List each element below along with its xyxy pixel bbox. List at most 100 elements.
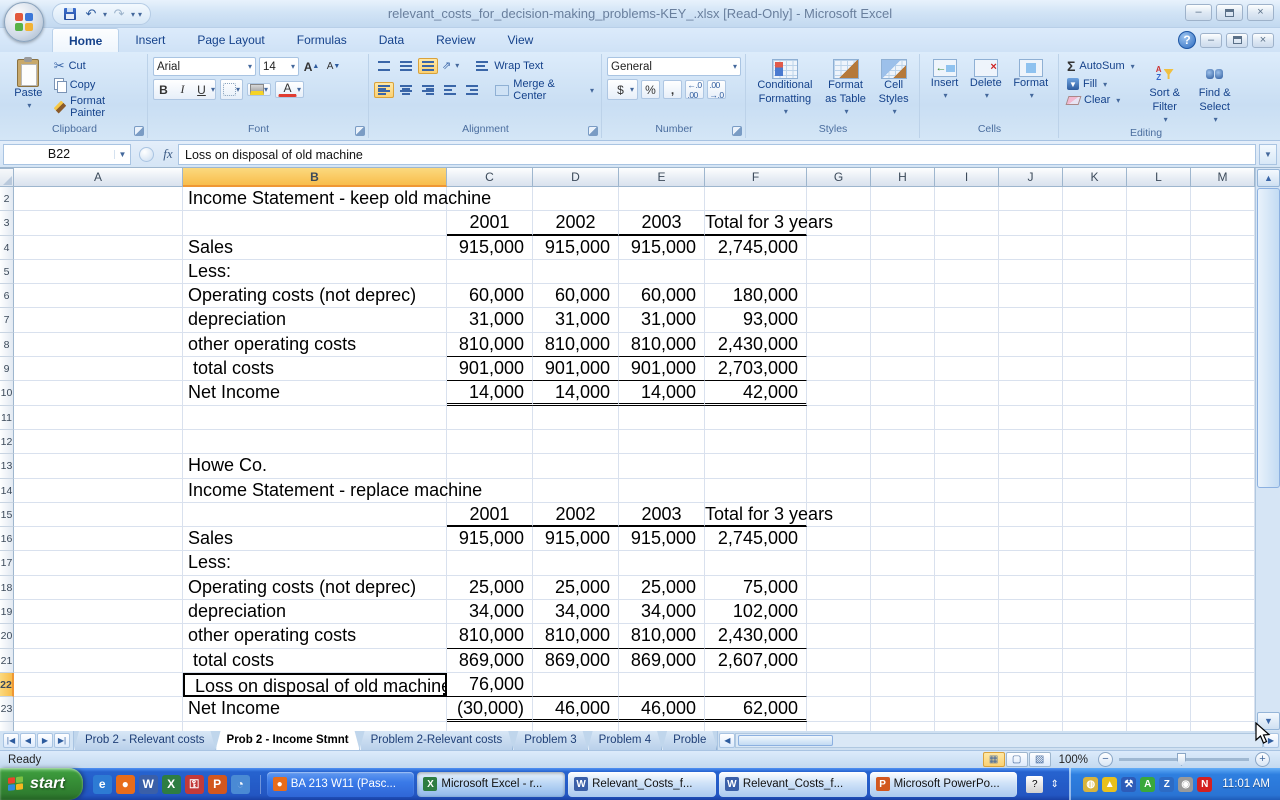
copy-button[interactable]: Copy [51,77,143,92]
tab-review[interactable]: Review [420,28,491,52]
cell-C16[interactable]: 915,000 [447,527,533,551]
horizontal-scroll-thumb[interactable] [738,735,833,746]
cell-K7[interactable] [1063,308,1127,332]
cell-A15[interactable] [14,503,183,527]
hscroll-left-icon[interactable]: ◀ [719,733,735,748]
cell-B4[interactable]: Sales [183,236,447,260]
redo-icon[interactable]: ↷ [110,5,128,23]
cell-C20[interactable]: 810,000 [447,624,533,648]
cell-H2[interactable] [871,187,935,211]
cell-G19[interactable] [807,600,871,624]
cell-C10[interactable]: 14,000 [447,381,533,405]
cell-G9[interactable] [807,357,871,381]
cell-M4[interactable] [1191,236,1255,260]
hscroll-right-icon[interactable]: ▶ [1263,733,1279,748]
cell-H13[interactable] [871,454,935,478]
cell-H4[interactable] [871,236,935,260]
column-header-j[interactable]: J [999,168,1063,187]
workbook-close-button[interactable]: × [1252,33,1274,48]
tab-view[interactable]: View [491,28,549,52]
cell-B13[interactable]: Howe Co. [183,454,447,478]
cell-M13[interactable] [1191,454,1255,478]
cell-G11[interactable] [807,406,871,430]
cell-D11[interactable] [533,406,619,430]
column-header-m[interactable]: M [1191,168,1255,187]
row-header-18[interactable]: 18 [0,576,14,600]
page-layout-view-icon[interactable]: ▢ [1006,752,1028,767]
cell-G15[interactable] [807,503,871,527]
cell-D14[interactable] [533,479,619,503]
cell-B22[interactable]: Loss on disposal of old machine [183,673,447,697]
sort-filter-button[interactable]: AZ Sort &Filter [1144,59,1186,127]
cell-F7[interactable]: 93,000 [705,308,807,332]
cell-B5[interactable]: Less: [183,260,447,284]
cell-D17[interactable] [533,551,619,575]
currency-button[interactable]: $ [611,80,630,99]
cell-M7[interactable] [1191,308,1255,332]
fill-button[interactable]: ▼Fill [1064,77,1138,91]
cell-B11[interactable] [183,406,447,430]
column-header-i[interactable]: I [935,168,999,187]
save-icon[interactable] [61,5,79,23]
cell-J18[interactable] [999,576,1063,600]
row-header-7[interactable]: 7 [0,308,14,332]
column-header-h[interactable]: H [871,168,935,187]
cell-D6[interactable]: 60,000 [533,284,619,308]
horizontal-scrollbar[interactable]: ◀ ▶ [717,731,1280,750]
tab-home[interactable]: Home [52,28,119,52]
align-center-button[interactable] [396,82,416,98]
restore-button[interactable] [1216,4,1243,21]
cell-K16[interactable] [1063,527,1127,551]
cell-C3[interactable]: 2001 [447,211,533,235]
cell-D2[interactable] [533,187,619,211]
sheet-tab-prob-2-income-stmnt[interactable]: Prob 2 - Income Stmnt [216,731,360,750]
cell-E3[interactable]: 2003 [619,211,705,235]
cell-A11[interactable] [14,406,183,430]
zoom-out-icon[interactable]: − [1098,752,1113,767]
vertical-scroll-thumb[interactable] [1257,188,1280,488]
cell-I4[interactable] [935,236,999,260]
cell-G22[interactable] [807,673,871,697]
close-button[interactable]: × [1247,4,1274,21]
cell-K13[interactable] [1063,454,1127,478]
cell-E11[interactable] [619,406,705,430]
cell-F6[interactable]: 180,000 [705,284,807,308]
cell-B7[interactable]: depreciation [183,308,447,332]
cell-I3[interactable] [935,211,999,235]
cell-K15[interactable] [1063,503,1127,527]
row-header-22[interactable]: 22 [0,673,14,697]
cell-F5[interactable] [705,260,807,284]
cell-D5[interactable] [533,260,619,284]
cell-C13[interactable] [447,454,533,478]
cell-F23[interactable]: 62,000 [705,697,807,721]
cell-G16[interactable] [807,527,871,551]
cell-I19[interactable] [935,600,999,624]
cell-B17[interactable]: Less: [183,551,447,575]
column-header-k[interactable]: K [1063,168,1127,187]
tools-tray-icon[interactable]: ⚒ [1121,777,1136,792]
cell-L7[interactable] [1127,308,1191,332]
cell-L5[interactable] [1127,260,1191,284]
undo-dropdown-icon[interactable]: ▾ [103,10,107,19]
cell-D10[interactable]: 14,000 [533,381,619,405]
wrap-text-button[interactable]: Wrap Text [471,59,546,73]
name-box-dropdown-icon[interactable]: ▼ [114,150,130,159]
cell-K11[interactable] [1063,406,1127,430]
green-a-tray-icon[interactable]: A [1140,777,1155,792]
cell-B18[interactable]: Operating costs (not deprec) [183,576,447,600]
tab-formulas[interactable]: Formulas [281,28,363,52]
cell-L18[interactable] [1127,576,1191,600]
cell-F11[interactable] [705,406,807,430]
zoom-in-icon[interactable]: + [1255,752,1270,767]
taskbar-chevron-icon[interactable]: ⇕ [1046,776,1063,793]
zoom-slider[interactable] [1119,758,1249,761]
cell-A16[interactable] [14,527,183,551]
cell-F21[interactable]: 2,607,000 [705,649,807,673]
cell-G20[interactable] [807,624,871,648]
qat-customize-icon[interactable]: ▾ [138,10,142,19]
cell-C23[interactable]: (30,000) [447,697,533,721]
cell-K4[interactable] [1063,236,1127,260]
cell-E18[interactable]: 25,000 [619,576,705,600]
cell-D20[interactable]: 810,000 [533,624,619,648]
row-header-2[interactable]: 2 [0,187,14,211]
